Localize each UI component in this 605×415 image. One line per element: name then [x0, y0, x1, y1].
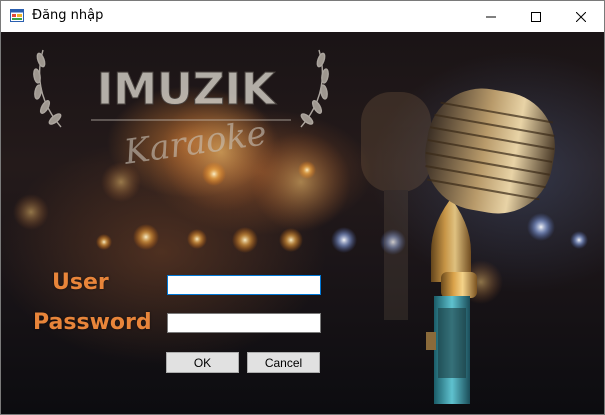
microphone-image — [425, 88, 555, 404]
close-icon — [576, 11, 586, 22]
login-form-area: IMUZIK Karaoke User Password OK Cancel — [1, 32, 604, 414]
password-label: Password — [33, 310, 152, 335]
minimize-button[interactable] — [468, 1, 514, 32]
logo-text: IMUZIK — [97, 64, 277, 115]
cancel-button[interactable]: Cancel — [247, 352, 320, 373]
app-icon — [10, 9, 24, 22]
maximize-button[interactable] — [513, 1, 559, 32]
login-window: Đăng nhập IMUZIK Karaoke User Password O… — [0, 0, 605, 415]
close-button[interactable] — [558, 1, 604, 32]
laurel-right-icon — [300, 49, 329, 128]
laurel-left-icon — [33, 49, 62, 128]
ok-button[interactable]: OK — [166, 352, 239, 373]
window-title: Đăng nhập — [32, 8, 104, 23]
user-input[interactable] — [167, 275, 321, 295]
user-label: User — [52, 270, 109, 295]
maximize-icon — [531, 11, 541, 22]
password-input[interactable] — [167, 313, 321, 333]
title-bar[interactable]: Đăng nhập — [1, 1, 604, 32]
minimize-icon — [486, 16, 496, 17]
